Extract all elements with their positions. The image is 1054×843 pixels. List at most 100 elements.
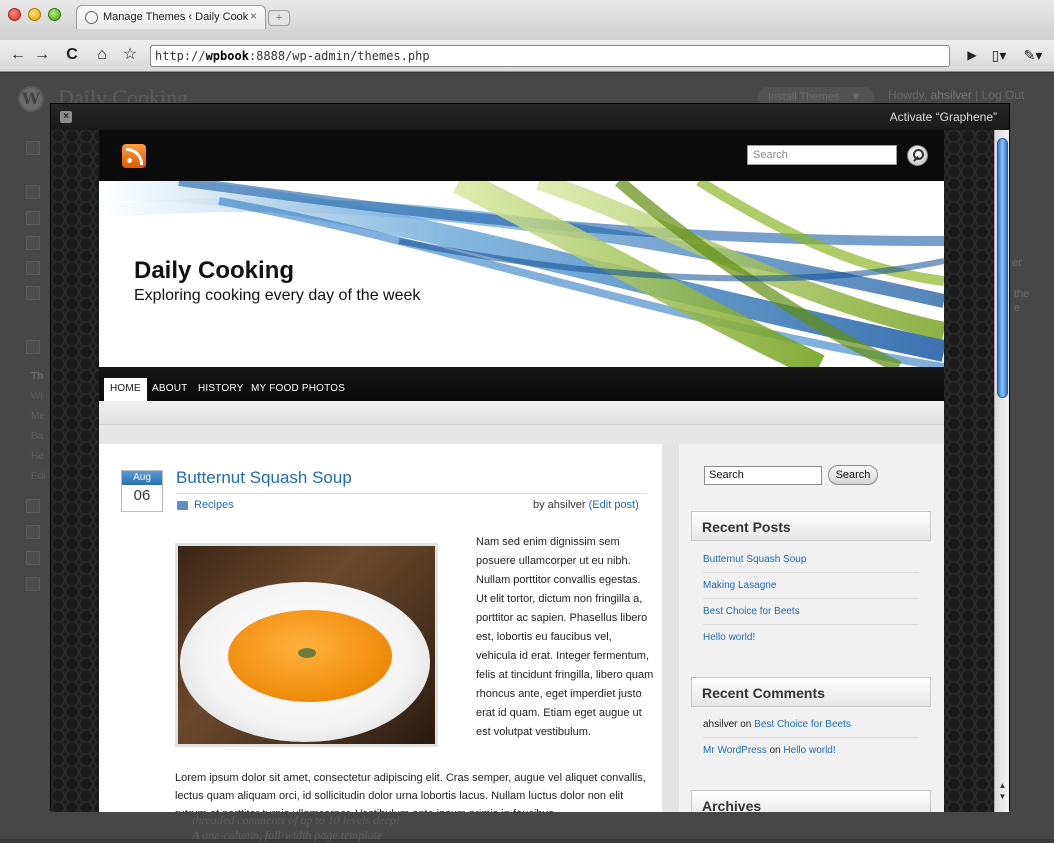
settings-icon	[26, 577, 40, 591]
modal-close-icon[interactable]: ×	[60, 111, 72, 123]
comment-on: on	[740, 719, 752, 730]
nav-sub-strip	[99, 401, 944, 425]
archives-heading: Archives	[691, 790, 931, 812]
scrollbar-thumb[interactable]	[997, 138, 1008, 398]
recent-post-link[interactable]: Making Lasagne	[703, 573, 919, 599]
url-path: :8888/wp-admin/themes.php	[248, 49, 430, 63]
browser-titlebar: Manage Themes ‹ Daily Cook × +	[0, 0, 1054, 40]
recent-post-link[interactable]: Best Choice for Beets	[703, 599, 919, 625]
zoom-window-button[interactable]	[48, 8, 61, 21]
sidebar-search-button[interactable]: Search	[828, 465, 878, 485]
close-window-button[interactable]	[8, 8, 21, 21]
soup-photo-image	[175, 543, 438, 747]
top-search-input[interactable]: Search	[747, 145, 897, 165]
wordpress-favicon-icon	[85, 11, 98, 24]
comment-author: ahsilver	[703, 719, 738, 730]
install-themes-label: Install Themes	[768, 91, 840, 103]
garnish-graphic	[298, 648, 316, 658]
plate-graphic	[180, 582, 430, 742]
posts-icon	[26, 185, 40, 199]
admin-menu-background: Ba	[31, 431, 44, 442]
url-prefix: http://	[155, 49, 206, 63]
nav-item-history[interactable]: HISTORY	[198, 383, 244, 394]
post-date-badge: Aug 06	[121, 470, 163, 512]
post-date-month: Aug	[122, 471, 162, 485]
comment-post-link[interactable]: Best Choice for Beets	[754, 719, 851, 730]
theme-preview-modal: × Activate “Graphene” Search Daily Cooki…	[50, 103, 1010, 812]
media-icon	[26, 211, 40, 225]
nav-item-my-food-photos[interactable]: MY FOOD PHOTOS	[251, 383, 345, 394]
admin-menu-editor: Edi	[31, 471, 46, 482]
theme-sidebar: Search Search Recent Posts Butternut Squ…	[679, 444, 944, 812]
pages-icon	[26, 261, 40, 275]
rss-feed-icon[interactable]	[122, 144, 146, 168]
edit-post-link[interactable]: (Edit post)	[589, 499, 639, 511]
browser-toolbar: ← → C ⌂ ☆ http://wpbook:8888/wp-admin/th…	[0, 40, 1054, 72]
activate-theme-link[interactable]: Activate “Graphene”	[890, 110, 997, 124]
home-icon[interactable]: ⌂	[92, 44, 112, 66]
admin-menu-header: He	[31, 451, 44, 462]
admin-theme-desc-line-1: threaded comments of up to 10 levels dee…	[192, 813, 400, 827]
recent-comment-item: ahsilver on Best Choice for Beets	[703, 712, 919, 738]
admin-right-snippet-1: er	[1012, 257, 1022, 269]
comments-icon	[26, 286, 40, 300]
sidebar-search-input[interactable]: Search	[704, 466, 822, 485]
back-arrow-icon[interactable]: ←	[8, 44, 28, 66]
recent-comments-heading: Recent Comments	[691, 677, 931, 707]
address-bar[interactable]: http://wpbook:8888/wp-admin/themes.php	[150, 45, 950, 67]
post-body-wrapped: Nam sed enim dignissim sem posuere ullam…	[476, 536, 654, 738]
admin-menu-menus: Me	[31, 411, 45, 422]
tab-title: Manage Themes ‹ Daily Cook	[103, 11, 249, 23]
reload-icon[interactable]: C	[62, 44, 82, 66]
theme-site-title[interactable]: Daily Cooking	[134, 257, 294, 285]
logout-link: | Log Out	[975, 88, 1025, 102]
theme-header-banner: Daily Cooking Exploring cooking every da…	[99, 181, 944, 367]
post-byline: by ahsilver (Edit post)	[533, 499, 639, 511]
top-search-magnifier-icon[interactable]	[907, 145, 928, 166]
main-content: Aug 06 Butternut Squash Soup Recipes by …	[99, 444, 662, 812]
nav-item-home[interactable]: HOME	[104, 378, 147, 402]
admin-menu-widgets: Wi	[31, 391, 43, 402]
tools-icon	[26, 551, 40, 565]
content-top-gap	[99, 426, 944, 444]
folder-icon	[177, 501, 188, 510]
post-body-full: Lorem ipsum dolor sit amet, consectetur …	[175, 772, 646, 812]
page-menu-icon[interactable]: ▯▾	[986, 44, 1012, 66]
nav-item-about[interactable]: ABOUT	[152, 383, 187, 394]
bookmark-star-icon[interactable]: ☆	[120, 44, 140, 66]
browser-tab[interactable]: Manage Themes ‹ Daily Cook ×	[76, 5, 266, 29]
new-tab-button[interactable]: +	[268, 10, 290, 26]
appearance-icon	[26, 340, 40, 354]
theme-navigation: HOME ABOUT HISTORY MY FOOD PHOTOS	[99, 367, 944, 402]
recent-post-link[interactable]: Hello world!	[703, 625, 919, 651]
recent-post-link[interactable]: Butternut Squash Soup	[703, 547, 919, 573]
plugins-icon	[26, 499, 40, 513]
post-author: by ahsilver	[533, 499, 586, 511]
comment-post-link[interactable]: Hello world!	[783, 745, 835, 756]
url-host: wpbook	[205, 49, 249, 63]
post-title-divider	[176, 493, 647, 494]
howdy-text: Howdy, ahsilver | Log Out	[888, 88, 1024, 102]
users-icon	[26, 525, 40, 539]
soup-graphic	[228, 610, 392, 702]
wrench-menu-icon[interactable]: ✎▾	[1018, 44, 1048, 66]
forward-arrow-icon[interactable]: →	[32, 44, 52, 66]
play-page-icon[interactable]: ▶	[962, 44, 982, 66]
howdy-user: ahsilver	[930, 88, 972, 102]
graphene-page: Search Daily Cooking Exploring cooking e…	[99, 130, 944, 812]
install-caret-icon: ▼	[850, 91, 862, 103]
preview-frame: Search Daily Cooking Exploring cooking e…	[51, 130, 994, 812]
comment-on: on	[769, 745, 781, 756]
modal-titlebar: × Activate “Graphene”	[51, 104, 1009, 130]
tab-close-icon[interactable]: ×	[250, 9, 257, 23]
comment-author[interactable]: Mr WordPress	[703, 745, 767, 756]
minimize-window-button[interactable]	[28, 8, 41, 21]
theme-site-description: Exploring cooking every day of the week	[134, 287, 421, 304]
post-date-day: 06	[133, 487, 151, 504]
preview-scrollbar[interactable]: ▲ ▼	[994, 130, 1009, 812]
scroll-arrows-icon[interactable]: ▲ ▼	[997, 780, 1008, 810]
admin-right-snippet-3: e	[1014, 302, 1021, 314]
post-category-link[interactable]: Recipes	[194, 499, 234, 511]
post-title-link[interactable]: Butternut Squash Soup	[176, 468, 352, 488]
admin-theme-desc-line-2: A one-column, full-width page template	[192, 828, 383, 842]
